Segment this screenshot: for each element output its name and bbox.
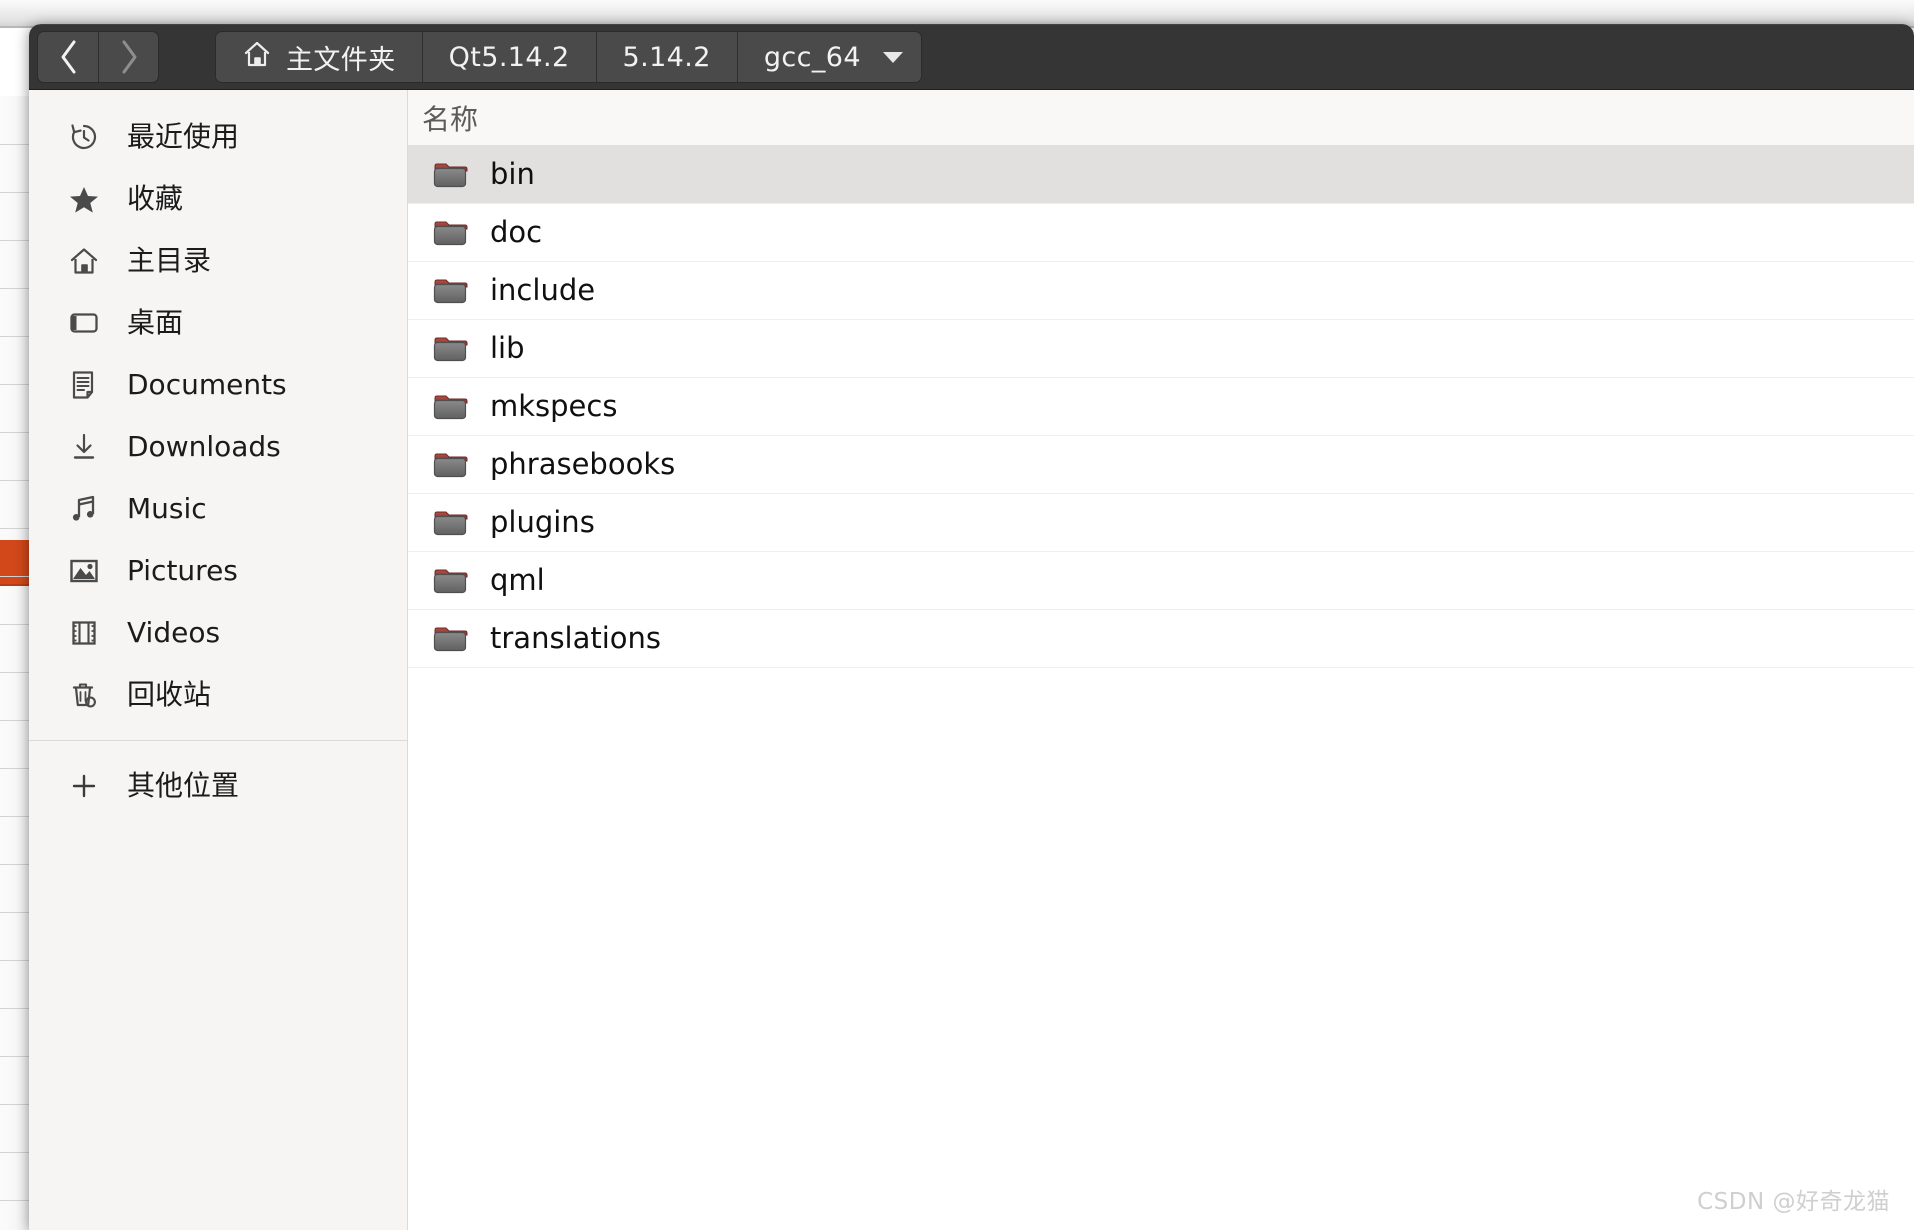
dialog-body: 最近使用 收藏 主目录 桌面 Documents Downloads Music… [29, 90, 1914, 1230]
sidebar-item-label: 最近使用 [127, 120, 240, 153]
dialog-headerbar: 主文件夹 Qt5.14.2 5.14.2 gcc_64 [29, 24, 1914, 90]
sidebar-item-label: 桌面 [127, 306, 184, 339]
sidebar-item-label: Downloads [127, 430, 281, 463]
table-row[interactable]: include [408, 262, 1914, 320]
folder-icon [432, 392, 468, 422]
file-name: doc [490, 215, 543, 249]
folder-icon [432, 508, 468, 538]
folder-icon [432, 566, 468, 596]
table-row[interactable]: phrasebooks [408, 436, 1914, 494]
places-sidebar: 最近使用 收藏 主目录 桌面 Documents Downloads Music… [29, 90, 408, 1230]
file-chooser-dialog: 主文件夹 Qt5.14.2 5.14.2 gcc_64 最近使用 收藏 主目录 … [29, 24, 1914, 1230]
sidebar-item-starred[interactable]: 收藏 [29, 168, 407, 230]
file-name: include [490, 273, 596, 307]
sidebar-item-documents[interactable]: Documents [29, 354, 407, 416]
file-name: translations [490, 621, 662, 655]
table-row[interactable]: plugins [408, 494, 1914, 552]
breadcrumb-label: gcc_64 [763, 41, 861, 73]
picture-icon [67, 554, 101, 588]
file-name: phrasebooks [490, 447, 676, 481]
file-list: bin doc include lib mkspecs phrasebooks … [408, 146, 1914, 1230]
music-note-icon [67, 492, 101, 526]
sidebar-item-recent[interactable]: 最近使用 [29, 106, 407, 168]
breadcrumb-label: 5.14.2 [622, 41, 711, 73]
column-header-name[interactable]: 名称 [408, 90, 1914, 146]
folder-icon [432, 218, 468, 248]
plus-icon [67, 769, 101, 803]
sidebar-item-pictures[interactable]: Pictures [29, 540, 407, 602]
forward-button[interactable] [98, 32, 158, 82]
file-name: qml [490, 563, 545, 597]
file-name: mkspecs [490, 389, 618, 423]
table-row[interactable]: doc [408, 204, 1914, 262]
sidebar-item-label: 回收站 [127, 678, 212, 711]
home-icon [67, 244, 101, 278]
sidebar-item-downloads[interactable]: Downloads [29, 416, 407, 478]
table-row[interactable]: translations [408, 610, 1914, 668]
breadcrumb-item-home[interactable]: 主文件夹 [216, 32, 422, 82]
chevron-left-icon [57, 39, 79, 75]
sidebar-item-desktop[interactable]: 桌面 [29, 292, 407, 354]
sidebar-item-label: 其他位置 [127, 769, 240, 802]
back-button[interactable] [38, 32, 98, 82]
download-icon [67, 430, 101, 464]
trash-icon [67, 678, 101, 712]
breadcrumb-path-bar: 主文件夹 Qt5.14.2 5.14.2 gcc_64 [215, 31, 922, 83]
folder-icon [432, 450, 468, 480]
file-name: lib [490, 331, 525, 365]
column-header-label: 名称 [422, 102, 479, 136]
folder-icon [432, 160, 468, 190]
folder-icon [432, 276, 468, 306]
file-name: bin [490, 157, 535, 191]
sidebar-item-label: Videos [127, 616, 221, 649]
sidebar-item-label: Music [127, 492, 207, 525]
sidebar-item-label: Documents [127, 368, 287, 401]
sidebar-item-label: 收藏 [127, 182, 184, 215]
video-film-icon [67, 616, 101, 650]
file-list-pane: 名称 bin doc include lib mkspecs phraseboo… [408, 90, 1914, 1230]
table-row[interactable]: mkspecs [408, 378, 1914, 436]
sidebar-divider [29, 740, 407, 741]
table-row[interactable]: lib [408, 320, 1914, 378]
sidebar-item-label: 主目录 [127, 244, 212, 277]
breadcrumb-label: Qt5.14.2 [448, 41, 570, 73]
breadcrumb-label: 主文件夹 [286, 44, 396, 76]
document-icon [67, 368, 101, 402]
desktop-icon [67, 306, 101, 340]
sidebar-item-videos[interactable]: Videos [29, 602, 407, 664]
breadcrumb-item-qt5142[interactable]: Qt5.14.2 [421, 32, 596, 82]
folder-icon [432, 334, 468, 364]
recent-clock-icon [67, 120, 101, 154]
chevron-right-icon [118, 39, 140, 75]
sidebar-item-label: Pictures [127, 554, 238, 587]
breadcrumb-item-5142[interactable]: 5.14.2 [595, 32, 737, 82]
home-icon [242, 39, 272, 76]
breadcrumb-item-gcc64[interactable]: gcc_64 [736, 32, 921, 82]
sidebar-item-music[interactable]: Music [29, 478, 407, 540]
folder-icon [432, 624, 468, 654]
sidebar-item-home[interactable]: 主目录 [29, 230, 407, 292]
table-row[interactable]: qml [408, 552, 1914, 610]
sidebar-item-trash[interactable]: 回收站 [29, 664, 407, 726]
file-name: plugins [490, 505, 595, 539]
chevron-down-icon[interactable] [882, 51, 903, 63]
sidebar-item-other-locations[interactable]: 其他位置 [29, 755, 407, 817]
table-row[interactable]: bin [408, 146, 1914, 204]
star-icon [67, 182, 101, 216]
navigation-button-group [37, 31, 159, 83]
